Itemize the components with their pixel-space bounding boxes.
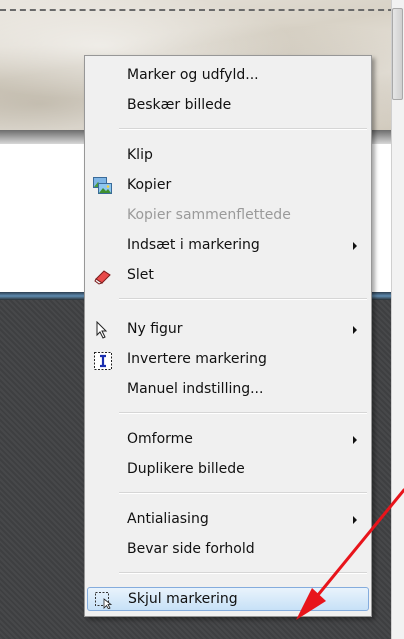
- annotation-arrow: [296, 488, 404, 620]
